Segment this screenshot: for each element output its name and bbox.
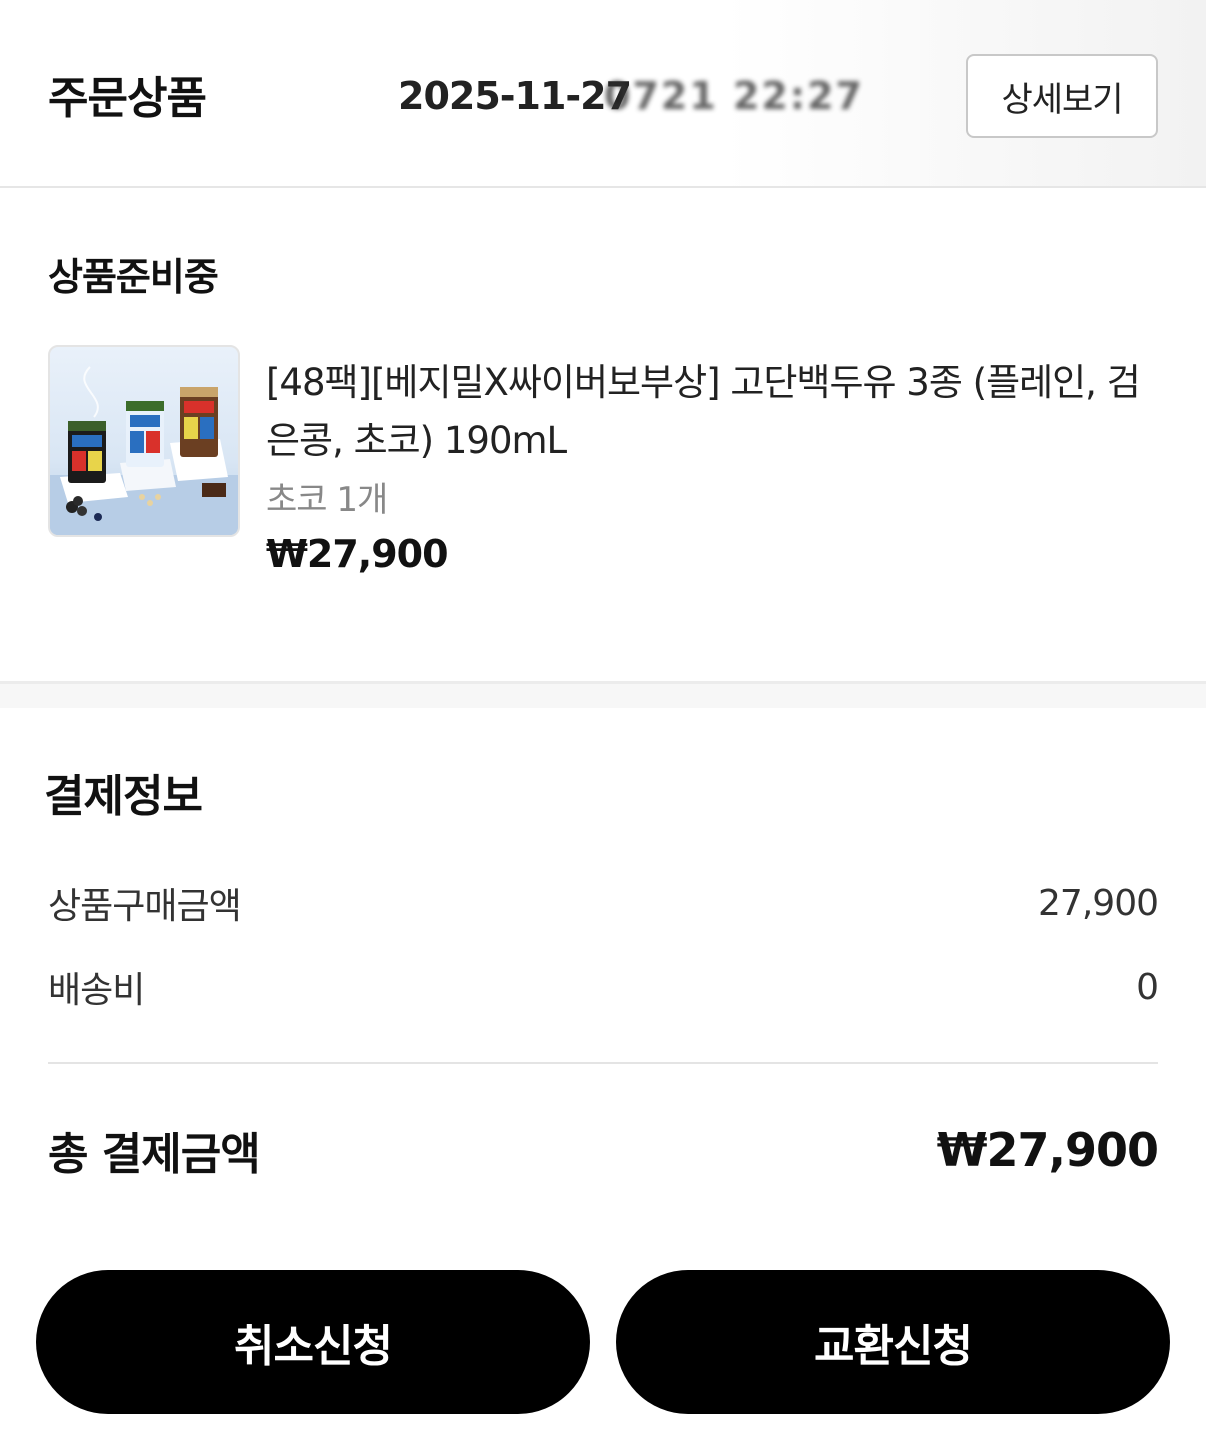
order-number-masked: 0721 22:27: [604, 74, 864, 118]
order-detail-page: 주문상품 2025-11-27 0721 22:27 상세보기 상품준비중 [4…: [0, 0, 1206, 1452]
exchange-request-button[interactable]: 교환신청: [616, 1270, 1170, 1414]
product-price: ₩27,900: [266, 532, 449, 576]
subtotal-label: 상품구매금액: [48, 886, 242, 927]
cancel-request-button[interactable]: 취소신청: [36, 1270, 590, 1414]
shipping-value: 0: [1136, 966, 1159, 1008]
shipping-label: 배송비: [48, 970, 145, 1011]
soymilk-pack-image: [50, 366, 238, 535]
divider: [48, 1062, 1158, 1064]
section-divider: [0, 684, 1206, 708]
product-name[interactable]: [48팩][베지밀X싸이버보부상] 고단백두유 3종 (플레인, 검은콩, 초코…: [266, 354, 1146, 470]
total-value: ₩27,900: [936, 1123, 1159, 1177]
subtotal-value: 27,900: [1038, 882, 1159, 924]
order-date: 2025-11-27: [398, 74, 632, 118]
product-option: 초코 1개: [266, 480, 388, 520]
order-header: 주문상품 2025-11-27 0721 22:27 상세보기: [0, 0, 1206, 188]
payment-title: 결제정보: [44, 771, 203, 822]
total-row: 총 결제금액 ₩27,900: [48, 1120, 1159, 1180]
payment-section: 결제정보 상품구매금액 27,900 배송비 0 총 결제금액 ₩27,900 …: [0, 708, 1206, 1452]
order-status: 상품준비중: [48, 255, 219, 299]
detail-view-button[interactable]: 상세보기: [966, 54, 1158, 138]
subtotal-row: 상품구매금액 27,900: [48, 878, 1159, 928]
product-thumbnail[interactable]: [48, 345, 240, 537]
product-section: 상품준비중 [48팩][베지밀X싸이버보부상] 고단백두유 3종 (플레인, 검…: [0, 188, 1206, 684]
shipping-row: 배송비 0: [48, 962, 1159, 1012]
page-title: 주문상품: [48, 73, 207, 124]
total-label: 총 결제금액: [48, 1129, 261, 1180]
